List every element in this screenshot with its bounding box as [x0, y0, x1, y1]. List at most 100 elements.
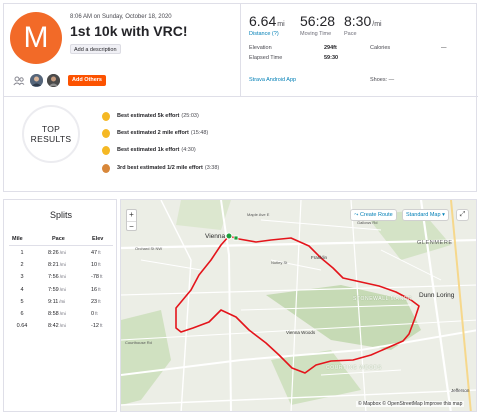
- expand-icon[interactable]: ⤢: [457, 210, 468, 220]
- add-others-button[interactable]: Add Others: [68, 75, 106, 86]
- achievement-text: Best estimated 1k effort: [117, 147, 180, 153]
- bronze-medal-icon: [102, 163, 110, 173]
- split-elev-value: -78: [91, 274, 99, 281]
- split-row: 0.64 8:42/mi -12ft: [4, 323, 118, 335]
- achievement-time: (25:03): [181, 113, 199, 119]
- moving-time-stat: 56:28 Moving Time: [300, 13, 335, 37]
- split-mile: 1: [20, 250, 24, 256]
- pace-unit: /mi: [372, 21, 382, 28]
- split-pace-value: 8:58: [48, 311, 59, 317]
- park-area: [266, 285, 421, 350]
- achievement-item[interactable]: 3rd best estimated 1/2 mile effort (3:38…: [102, 163, 219, 173]
- top-results-badge: TOP RESULTS: [22, 105, 80, 163]
- split-elev: 47ft: [91, 250, 101, 256]
- pace-unit: /mi: [59, 250, 66, 255]
- pace-stat: 8:30/mi Pace: [344, 13, 382, 37]
- activity-datetime: 8:06 AM on Sunday, October 18, 2020: [70, 14, 172, 20]
- elev-unit: ft: [98, 286, 101, 292]
- pace-label: Pace: [344, 31, 357, 37]
- map-style-dropdown[interactable]: Standard Map ▾: [403, 210, 448, 220]
- split-elev-value: 10: [91, 262, 98, 269]
- add-description-button[interactable]: Add a description: [70, 44, 121, 54]
- group-icon: [13, 76, 25, 86]
- split-pace-value: 9:11: [48, 298, 59, 305]
- split-pace: 8:58/mi: [48, 311, 66, 317]
- create-route-button[interactable]: ⤳ Create Route: [351, 210, 396, 220]
- shoes-label: Shoes: —: [370, 77, 395, 83]
- calories-label: Calories: [370, 45, 391, 51]
- split-elev: -78ft: [91, 274, 102, 280]
- map-canvas[interactable]: [121, 200, 477, 412]
- split-row: 5 9:11/mi 23ft: [4, 299, 118, 311]
- distance-value: 6.64: [249, 13, 277, 29]
- elev-unit: ft: [98, 250, 101, 255]
- athlete-avatar[interactable]: M: [10, 12, 62, 64]
- split-mile: 2: [20, 262, 24, 269]
- zoom-in-button[interactable]: +: [127, 210, 136, 221]
- elevation-label: Elevation: [249, 45, 272, 51]
- distance-unit: mi: [277, 21, 285, 28]
- pace-value: 8:30: [344, 13, 372, 29]
- divider: [4, 96, 478, 97]
- street-gallows: Gallows Rd: [357, 220, 378, 225]
- distance-label[interactable]: Distance (?): [249, 31, 285, 37]
- split-row: 3 7:56/mi -78ft: [4, 274, 118, 286]
- tagged-athlete-avatar[interactable]: [47, 74, 60, 87]
- elapsed-time-value: 59:30: [324, 55, 339, 61]
- split-row: 4 7:59/mi 16ft: [4, 287, 118, 299]
- splits-header: Mile Pace Elev: [4, 236, 118, 245]
- street-nutley: Nutley St: [271, 260, 288, 265]
- split-pace-value: 7:56: [48, 274, 59, 281]
- split-row: 6 8:58/mi 0ft: [4, 311, 118, 323]
- top-results-line1: TOP: [41, 124, 61, 134]
- split-elev-value: 23: [91, 298, 98, 305]
- split-mile: 4: [20, 286, 24, 293]
- place-stonewall-manor: STONEWALL MANOR: [353, 296, 413, 302]
- achievement-text: 3rd best estimated 1/2 mile effort: [117, 165, 203, 171]
- splits-title: Splits: [49, 210, 72, 220]
- activity-title[interactable]: 1st 10k with VRC!: [70, 23, 187, 39]
- split-mile: 0.64: [16, 323, 28, 330]
- split-row: 1 8:26/mi 47ft: [4, 250, 118, 262]
- achievement-item[interactable]: Best estimated 1k effort (4:30): [102, 145, 196, 155]
- pace-unit: /mi: [59, 311, 66, 316]
- end-marker: [233, 235, 239, 241]
- moving-time-value: 56:28: [300, 13, 336, 29]
- achievement-time: (4:30): [181, 147, 196, 153]
- tagged-athlete-avatar[interactable]: [30, 74, 43, 87]
- place-dunn-loring: Dunn Loring: [419, 292, 455, 299]
- moving-time-label: Moving Time: [300, 31, 332, 37]
- calories-value: —: [441, 45, 447, 51]
- achievement-item[interactable]: Best estimated 2 mile effort (15:48): [102, 128, 208, 138]
- split-elev: 0ft: [91, 311, 98, 317]
- avatar-letter: M: [23, 21, 49, 54]
- split-pace: 8:21/mi: [48, 262, 66, 268]
- place-glenmere: GLENMERE: [417, 240, 453, 246]
- split-elev-value: 16: [91, 286, 98, 293]
- top-results-line2: RESULTS: [30, 134, 72, 144]
- divider: [9, 245, 113, 246]
- zoom-control: + −: [126, 209, 137, 231]
- elev-unit: ft: [98, 298, 101, 304]
- achievement-item[interactable]: Best estimated 5k effort (25:03): [102, 111, 199, 121]
- split-mile: 6: [20, 311, 24, 317]
- gold-medal-icon: [102, 128, 110, 138]
- achievement-time: (3:38): [204, 165, 220, 171]
- device-link[interactable]: Strava Android App: [249, 77, 296, 83]
- route-map[interactable]: Vienna GLENMERE Dunn Loring STONEWALL MA…: [120, 199, 477, 412]
- pace-unit: /mi: [59, 323, 66, 329]
- elev-unit: ft: [99, 274, 103, 280]
- park-area: [121, 310, 171, 405]
- map-attribution[interactable]: © Mapbox © OpenStreetMap Improve this ma…: [356, 401, 465, 407]
- distance-stat: 6.64mi Distance (?): [249, 13, 285, 37]
- place-vienna-woods: Vienna Woods: [286, 330, 316, 335]
- zoom-out-button[interactable]: −: [127, 221, 136, 232]
- split-pace: 9:11/mi: [48, 299, 65, 305]
- pace-unit: /mi: [59, 298, 66, 304]
- split-row: 2 8:21/mi 10ft: [4, 262, 118, 274]
- split-pace-value: 8:42: [48, 323, 59, 330]
- splits-card: Splits Mile Pace Elev 1 8:26/mi 47ft 2 8:21/…: [3, 199, 117, 412]
- place-jefferson: Jefferson: [451, 388, 470, 393]
- split-elev-value: 0: [91, 311, 95, 317]
- elev-unit: ft: [98, 262, 101, 268]
